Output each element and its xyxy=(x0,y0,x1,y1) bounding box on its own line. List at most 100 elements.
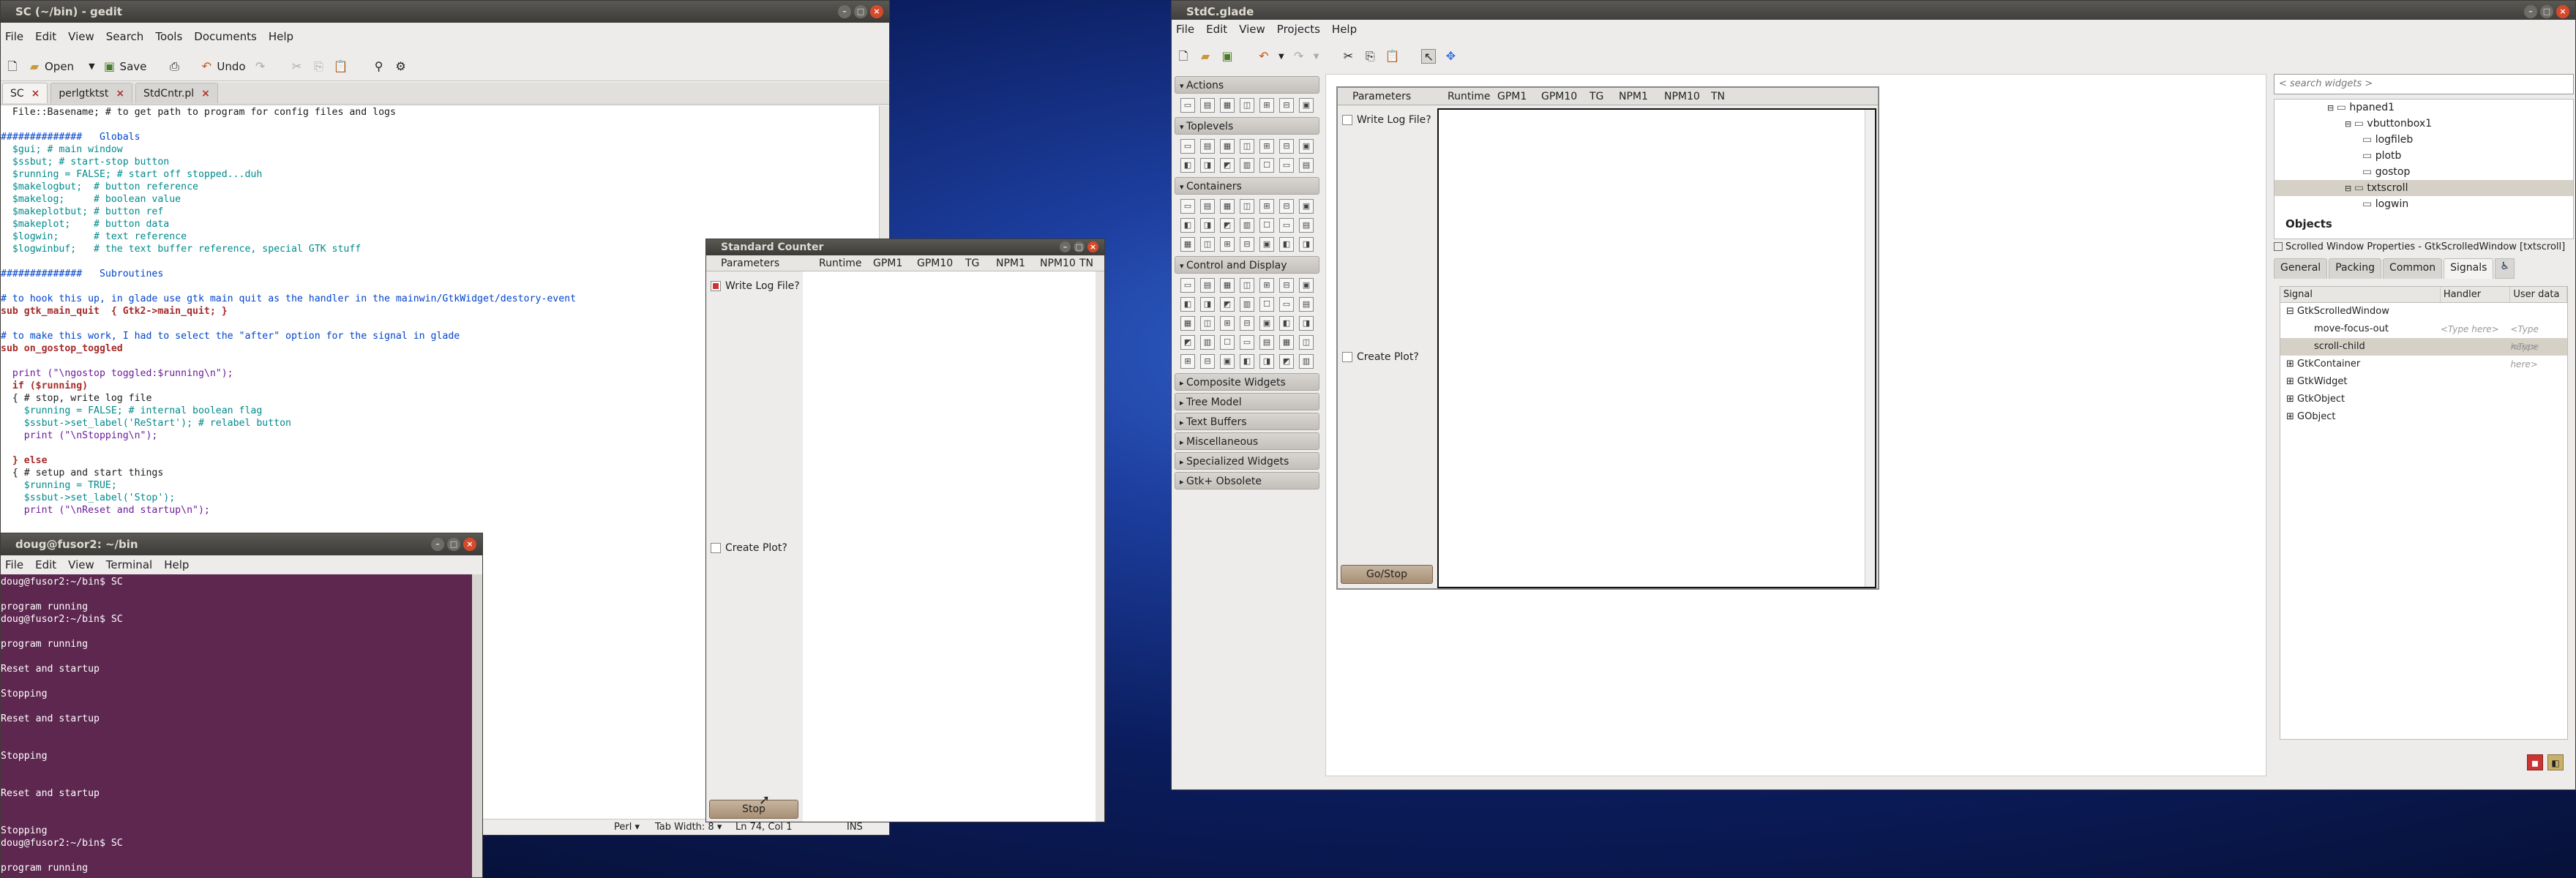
minimize-icon[interactable]: – xyxy=(838,5,851,18)
column-gpm10[interactable]: GPM10 xyxy=(1541,88,1577,105)
cut-button[interactable]: ✂ xyxy=(290,59,304,74)
new-button[interactable]: 🗋 xyxy=(5,59,20,74)
signal-row[interactable]: ⊞ GtkWidget xyxy=(2280,373,2567,391)
widget-icon[interactable]: ◫ xyxy=(1200,316,1215,331)
maximize-icon[interactable]: □ xyxy=(1074,241,1085,252)
palette-group-gtk-obsolete[interactable]: ▸ Gtk+ Obsolete xyxy=(1175,472,1319,489)
column-tg[interactable]: TG xyxy=(965,255,979,271)
signal-row[interactable]: ⊞ GtkContainer xyxy=(2280,356,2567,373)
widget-icon[interactable]: ☐ xyxy=(1259,297,1274,312)
widget-icon[interactable]: ▣ xyxy=(1299,139,1314,154)
widget-icon[interactable]: ▥ xyxy=(1299,354,1314,369)
palette-group-miscellaneous[interactable]: ▸ Miscellaneous xyxy=(1175,432,1319,450)
widget-icon[interactable]: ▥ xyxy=(1200,335,1215,350)
widget-icon[interactable]: ⊟ xyxy=(1279,199,1294,214)
tree-node-vbuttonbox1[interactable]: ⊟ ▭ vbuttonbox1 xyxy=(2274,116,2573,132)
close-icon[interactable]: × xyxy=(201,83,210,103)
counter-titlebar[interactable]: Standard Counter – □ × xyxy=(706,239,1104,255)
design-window[interactable]: Parameters Runtime GPM1 GPM10 TG NPM1 NPM10 TN … xyxy=(1336,86,1879,590)
widget-icon[interactable]: ▭ xyxy=(1240,335,1254,350)
chevron-down-icon[interactable]: ▼ xyxy=(1314,53,1319,61)
widget-icon[interactable]: ⊞ xyxy=(1259,278,1274,293)
new-project-icon[interactable]: 🗋 xyxy=(1176,49,1191,64)
terminal-scrollbar[interactable] xyxy=(472,574,482,877)
widget-icon[interactable]: ◫ xyxy=(1200,237,1215,252)
widget-icon[interactable]: ◫ xyxy=(1240,199,1254,214)
column-tg[interactable]: TG xyxy=(1590,88,1603,105)
glade-menu-view[interactable]: View xyxy=(1239,20,1265,39)
save-button[interactable]: ▣ Save xyxy=(102,59,146,74)
column-handler[interactable]: Handler xyxy=(2441,287,2511,302)
widget-icon[interactable]: ⊞ xyxy=(1259,98,1274,113)
signal-user-data[interactable]: <Type here> xyxy=(2510,338,2567,369)
maximize-icon[interactable]: □ xyxy=(2540,5,2553,18)
signal-user-data[interactable] xyxy=(2510,303,2567,320)
column-gpm1[interactable]: GPM1 xyxy=(1497,88,1527,105)
expander-icon[interactable]: ⊟ xyxy=(2327,103,2337,113)
widget-icon[interactable]: ▣ xyxy=(1299,278,1314,293)
gedit-menu-help[interactable]: Help xyxy=(269,27,293,46)
widget-icon[interactable]: ◧ xyxy=(1180,297,1195,312)
widget-icon[interactable]: ▦ xyxy=(1220,98,1235,113)
signal-row[interactable]: ⊞ GtkObject xyxy=(2280,391,2567,408)
widget-icon[interactable]: ☐ xyxy=(1259,218,1274,233)
signal-handler[interactable] xyxy=(2441,391,2511,408)
column-runtime[interactable]: Runtime xyxy=(1448,88,1490,105)
signal-user-data[interactable] xyxy=(2510,408,2567,426)
widget-icon[interactable]: ▭ xyxy=(1279,218,1294,233)
palette-group-composite-widgets[interactable]: ▸ Composite Widgets xyxy=(1175,373,1319,391)
widget-icon[interactable]: ⊟ xyxy=(1200,354,1215,369)
widget-icon[interactable]: ⊞ xyxy=(1259,139,1274,154)
tab-general[interactable]: General xyxy=(2274,258,2328,279)
terminal-menu-view[interactable]: View xyxy=(68,555,94,574)
accessibility-icon[interactable]: ♿ xyxy=(2495,258,2515,279)
widget-icon[interactable]: ▦ xyxy=(1220,139,1235,154)
column-npm1[interactable]: NPM1 xyxy=(996,255,1025,271)
design-txtscroll-selected[interactable] xyxy=(1437,108,1876,588)
palette-group-toplevels[interactable]: ▾ Toplevels xyxy=(1175,117,1319,135)
expander-icon[interactable]: ⊟ xyxy=(2345,184,2354,193)
copy-button[interactable]: ⎘ xyxy=(312,59,326,74)
stop-button[interactable]: Stop xyxy=(709,800,798,819)
design-area[interactable]: Parameters Runtime GPM1 GPM10 TG NPM1 NPM10 TN … xyxy=(1325,74,2266,776)
widget-icon[interactable]: ▣ xyxy=(1220,354,1235,369)
signal-handler[interactable]: <Type here> xyxy=(2441,320,2510,338)
widget-icon[interactable]: ◨ xyxy=(1200,218,1215,233)
widget-icon[interactable]: ⊟ xyxy=(1279,139,1294,154)
signal-row[interactable]: ⊟ GtkScrolledWindow xyxy=(2280,303,2567,320)
close-icon[interactable]: × xyxy=(1087,241,1098,252)
create-plot-checkbox[interactable]: Create Plot? xyxy=(711,542,787,554)
select-pointer-icon[interactable]: ↖ xyxy=(1421,49,1437,64)
signal-user-data[interactable] xyxy=(2510,391,2567,408)
widget-icon[interactable]: ▦ xyxy=(1220,278,1235,293)
palette-group-tree-model[interactable]: ▸ Tree Model xyxy=(1175,393,1319,410)
undo-button[interactable]: ↶ Undo xyxy=(199,59,246,74)
widget-icon[interactable]: ▣ xyxy=(1259,237,1274,252)
tab-perlgtktst[interactable]: perlgtktst × xyxy=(50,83,133,103)
widget-icon[interactable]: ▤ xyxy=(1299,218,1314,233)
close-icon[interactable]: × xyxy=(116,83,124,103)
widget-icon[interactable]: ▥ xyxy=(1240,158,1254,173)
widget-icon[interactable]: ▥ xyxy=(1240,297,1254,312)
widget-icon[interactable]: ◩ xyxy=(1220,158,1235,173)
close-icon[interactable]: × xyxy=(870,5,883,18)
maximize-icon[interactable]: □ xyxy=(447,538,460,551)
expander-icon[interactable]: ⊟ xyxy=(2345,119,2354,129)
widget-icon[interactable]: ▭ xyxy=(1180,199,1195,214)
widget-icon[interactable]: ◧ xyxy=(1180,158,1195,173)
widget-icon[interactable]: ▭ xyxy=(1279,297,1294,312)
gedit-menu-view[interactable]: View xyxy=(68,27,94,46)
column-npm10[interactable]: NPM10 xyxy=(1040,255,1076,271)
palette-group-containers[interactable]: ▾ Containers xyxy=(1175,177,1319,195)
widget-icon[interactable]: ▣ xyxy=(1259,316,1274,331)
widget-icon[interactable]: ▭ xyxy=(1180,278,1195,293)
tree-node-logwin[interactable]: ▭ logwin xyxy=(2274,196,2573,212)
terminal-menu-terminal[interactable]: Terminal xyxy=(106,555,152,574)
palette-group-actions[interactable]: ▾ Actions xyxy=(1175,76,1319,94)
gedit-menu-search[interactable]: Search xyxy=(106,27,144,46)
tab-sc[interactable]: SC × xyxy=(2,83,48,103)
minimize-icon[interactable]: – xyxy=(2524,5,2537,18)
search-widgets-input[interactable]: < search widgets > xyxy=(2274,74,2574,94)
redo-icon[interactable]: ↷ xyxy=(1292,49,1306,64)
tab-packing[interactable]: Packing xyxy=(2329,258,2382,279)
